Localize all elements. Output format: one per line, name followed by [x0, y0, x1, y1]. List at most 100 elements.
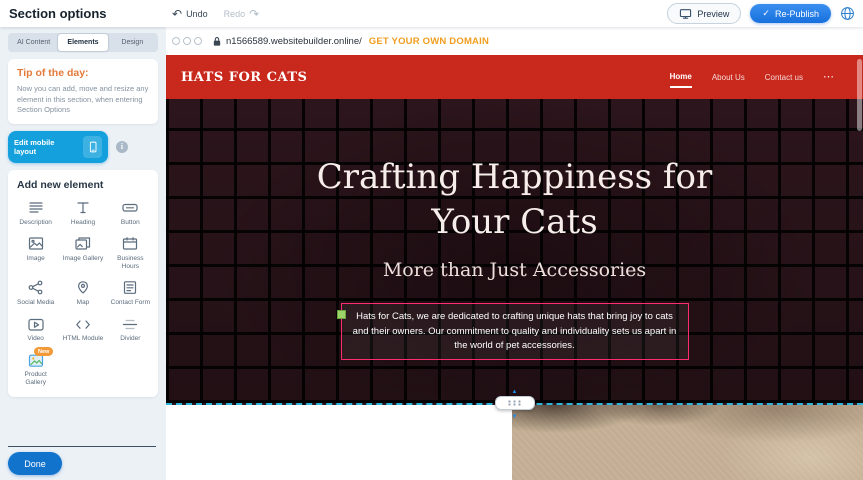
element-label: Social Media	[17, 299, 54, 307]
image-icon	[27, 236, 45, 252]
scrollbar-thumb[interactable]	[857, 59, 862, 131]
tip-body: Now you can add, move and resize any ele…	[17, 84, 149, 116]
element-item-button[interactable]: Button	[108, 200, 153, 227]
add-element-panel: Add new element Description Heading Butt…	[8, 170, 158, 398]
element-item-contact-form[interactable]: Contact Form	[108, 280, 153, 307]
element-item-heading[interactable]: Heading	[60, 200, 105, 227]
edit-mobile-layout-button[interactable]: Edit mobile layout	[8, 131, 108, 163]
text-lines-icon	[27, 200, 45, 216]
hero-subheadline[interactable]: More than Just Accessories	[166, 259, 863, 281]
tip-card: Tip of the day: Now you can add, move an…	[8, 59, 158, 124]
element-label: Map	[77, 299, 90, 307]
preview-button[interactable]: Preview	[667, 3, 741, 24]
element-item-description[interactable]: Description	[13, 200, 58, 227]
phone-icon	[83, 136, 102, 158]
element-grid: Description Heading Button Image Image G	[13, 200, 153, 388]
page-title: Section options	[9, 6, 107, 21]
add-element-title: Add new element	[17, 179, 153, 191]
element-label: Image	[27, 255, 45, 263]
topbar-actions: Preview ✓ Re-Publish	[667, 3, 855, 24]
resize-arrow-down-icon: ▼	[512, 414, 518, 420]
cat-photo[interactable]	[512, 405, 863, 480]
grip-dots-icon	[507, 400, 522, 406]
address-url[interactable]: n1566589.websitebuilder.online/	[226, 36, 362, 47]
republish-label: Re-Publish	[775, 9, 819, 19]
element-label: Button	[121, 219, 140, 227]
element-item-social-media[interactable]: Social Media	[13, 280, 58, 307]
redo-label: Redo	[224, 9, 246, 19]
divider-icon	[121, 316, 139, 332]
element-item-business-hours[interactable]: Business Hours	[108, 236, 153, 271]
undo-redo-group: ↶ Undo Redo ↷	[172, 0, 259, 27]
share-icon	[27, 280, 45, 296]
edit-mobile-label: Edit mobile layout	[14, 138, 78, 156]
element-item-product-gallery[interactable]: New Product Gallery	[13, 352, 58, 387]
tab-ai-content[interactable]: AI Content	[9, 34, 58, 51]
sidebar-tabs: AI Content Elements Design	[8, 33, 158, 52]
site-logo[interactable]: HATS FOR CATS	[181, 70, 307, 85]
lock-icon	[212, 36, 222, 47]
undo-button[interactable]: ↶ Undo	[172, 8, 208, 20]
monitor-icon	[679, 8, 692, 20]
undo-icon: ↶	[172, 8, 182, 20]
nav-item-about-us[interactable]: About Us	[712, 67, 745, 87]
element-label: Contact Form	[111, 299, 150, 307]
get-domain-link[interactable]: GET YOUR OWN DOMAIN	[369, 36, 489, 47]
button-icon	[121, 200, 139, 216]
topbar: Section options ↶ Undo Redo ↷ Preview ✓ …	[0, 0, 863, 27]
next-section-blank	[166, 405, 512, 480]
new-badge: New	[34, 347, 53, 356]
map-pin-icon	[74, 280, 92, 296]
hero-body-text: Hats for Cats, we are dedicated to craft…	[353, 311, 677, 351]
tab-design[interactable]: Design	[108, 34, 157, 51]
video-icon	[27, 316, 45, 332]
preview-area: n1566589.websitebuilder.online/ GET YOUR…	[166, 27, 863, 480]
redo-button[interactable]: Redo ↷	[224, 8, 260, 20]
element-item-image[interactable]: Image	[13, 236, 58, 271]
browser-dot	[194, 37, 202, 45]
redo-icon: ↷	[249, 8, 259, 20]
republish-button[interactable]: ✓ Re-Publish	[750, 4, 831, 23]
browser-dot	[183, 37, 191, 45]
tab-elements[interactable]: Elements	[58, 34, 107, 51]
element-item-map[interactable]: Map	[60, 280, 105, 307]
info-icon[interactable]: i	[116, 141, 128, 153]
element-label: Divider	[120, 335, 140, 343]
language-globe-icon[interactable]	[840, 6, 855, 21]
hero-text-box[interactable]: Hats for Cats, we are dedicated to craft…	[341, 303, 689, 360]
element-label: HTML Module	[63, 335, 104, 343]
element-item-html-module[interactable]: HTML Module	[60, 316, 105, 343]
tip-title: Tip of the day:	[17, 67, 149, 79]
sidebar-divider	[8, 446, 156, 447]
element-label: Business Hours	[108, 255, 152, 271]
resize-arrow-up-icon: ▲	[512, 389, 518, 395]
selection-handle[interactable]	[337, 310, 346, 319]
browser-bar: n1566589.websitebuilder.online/ GET YOUR…	[166, 27, 863, 55]
image-gallery-icon	[74, 236, 92, 252]
heading-icon	[74, 200, 92, 216]
website-builder-app: Section options ↶ Undo Redo ↷ Preview ✓ …	[0, 0, 863, 480]
preview-label: Preview	[697, 9, 729, 19]
browser-dot	[172, 37, 180, 45]
site-header: HATS FOR CATS Home About Us Contact us ⋯	[166, 55, 863, 99]
element-label: Product Gallery	[14, 371, 58, 387]
element-item-divider[interactable]: Divider	[108, 316, 153, 343]
contact-form-icon	[121, 280, 139, 296]
done-button[interactable]: Done	[8, 452, 62, 475]
element-label: Description	[19, 219, 52, 227]
undo-label: Undo	[186, 9, 208, 19]
hero-section[interactable]: Crafting Happiness for Your Cats More th…	[166, 99, 863, 405]
check-icon: ✓	[762, 8, 770, 19]
business-hours-icon	[121, 236, 139, 252]
section-resize-handle[interactable]	[495, 396, 535, 410]
element-item-image-gallery[interactable]: Image Gallery	[60, 236, 105, 271]
nav-item-contact-us[interactable]: Contact us	[765, 67, 803, 87]
nav-item-home[interactable]: Home	[670, 66, 692, 88]
code-icon	[74, 316, 92, 332]
sidebar: AI Content Elements Design Tip of the da…	[0, 27, 166, 480]
edit-mobile-row: Edit mobile layout i	[8, 131, 158, 163]
element-label: Heading	[71, 219, 95, 227]
hero-headline[interactable]: Crafting Happiness for Your Cats	[295, 99, 735, 245]
element-item-video[interactable]: Video	[13, 316, 58, 343]
element-label: Video	[27, 335, 44, 343]
